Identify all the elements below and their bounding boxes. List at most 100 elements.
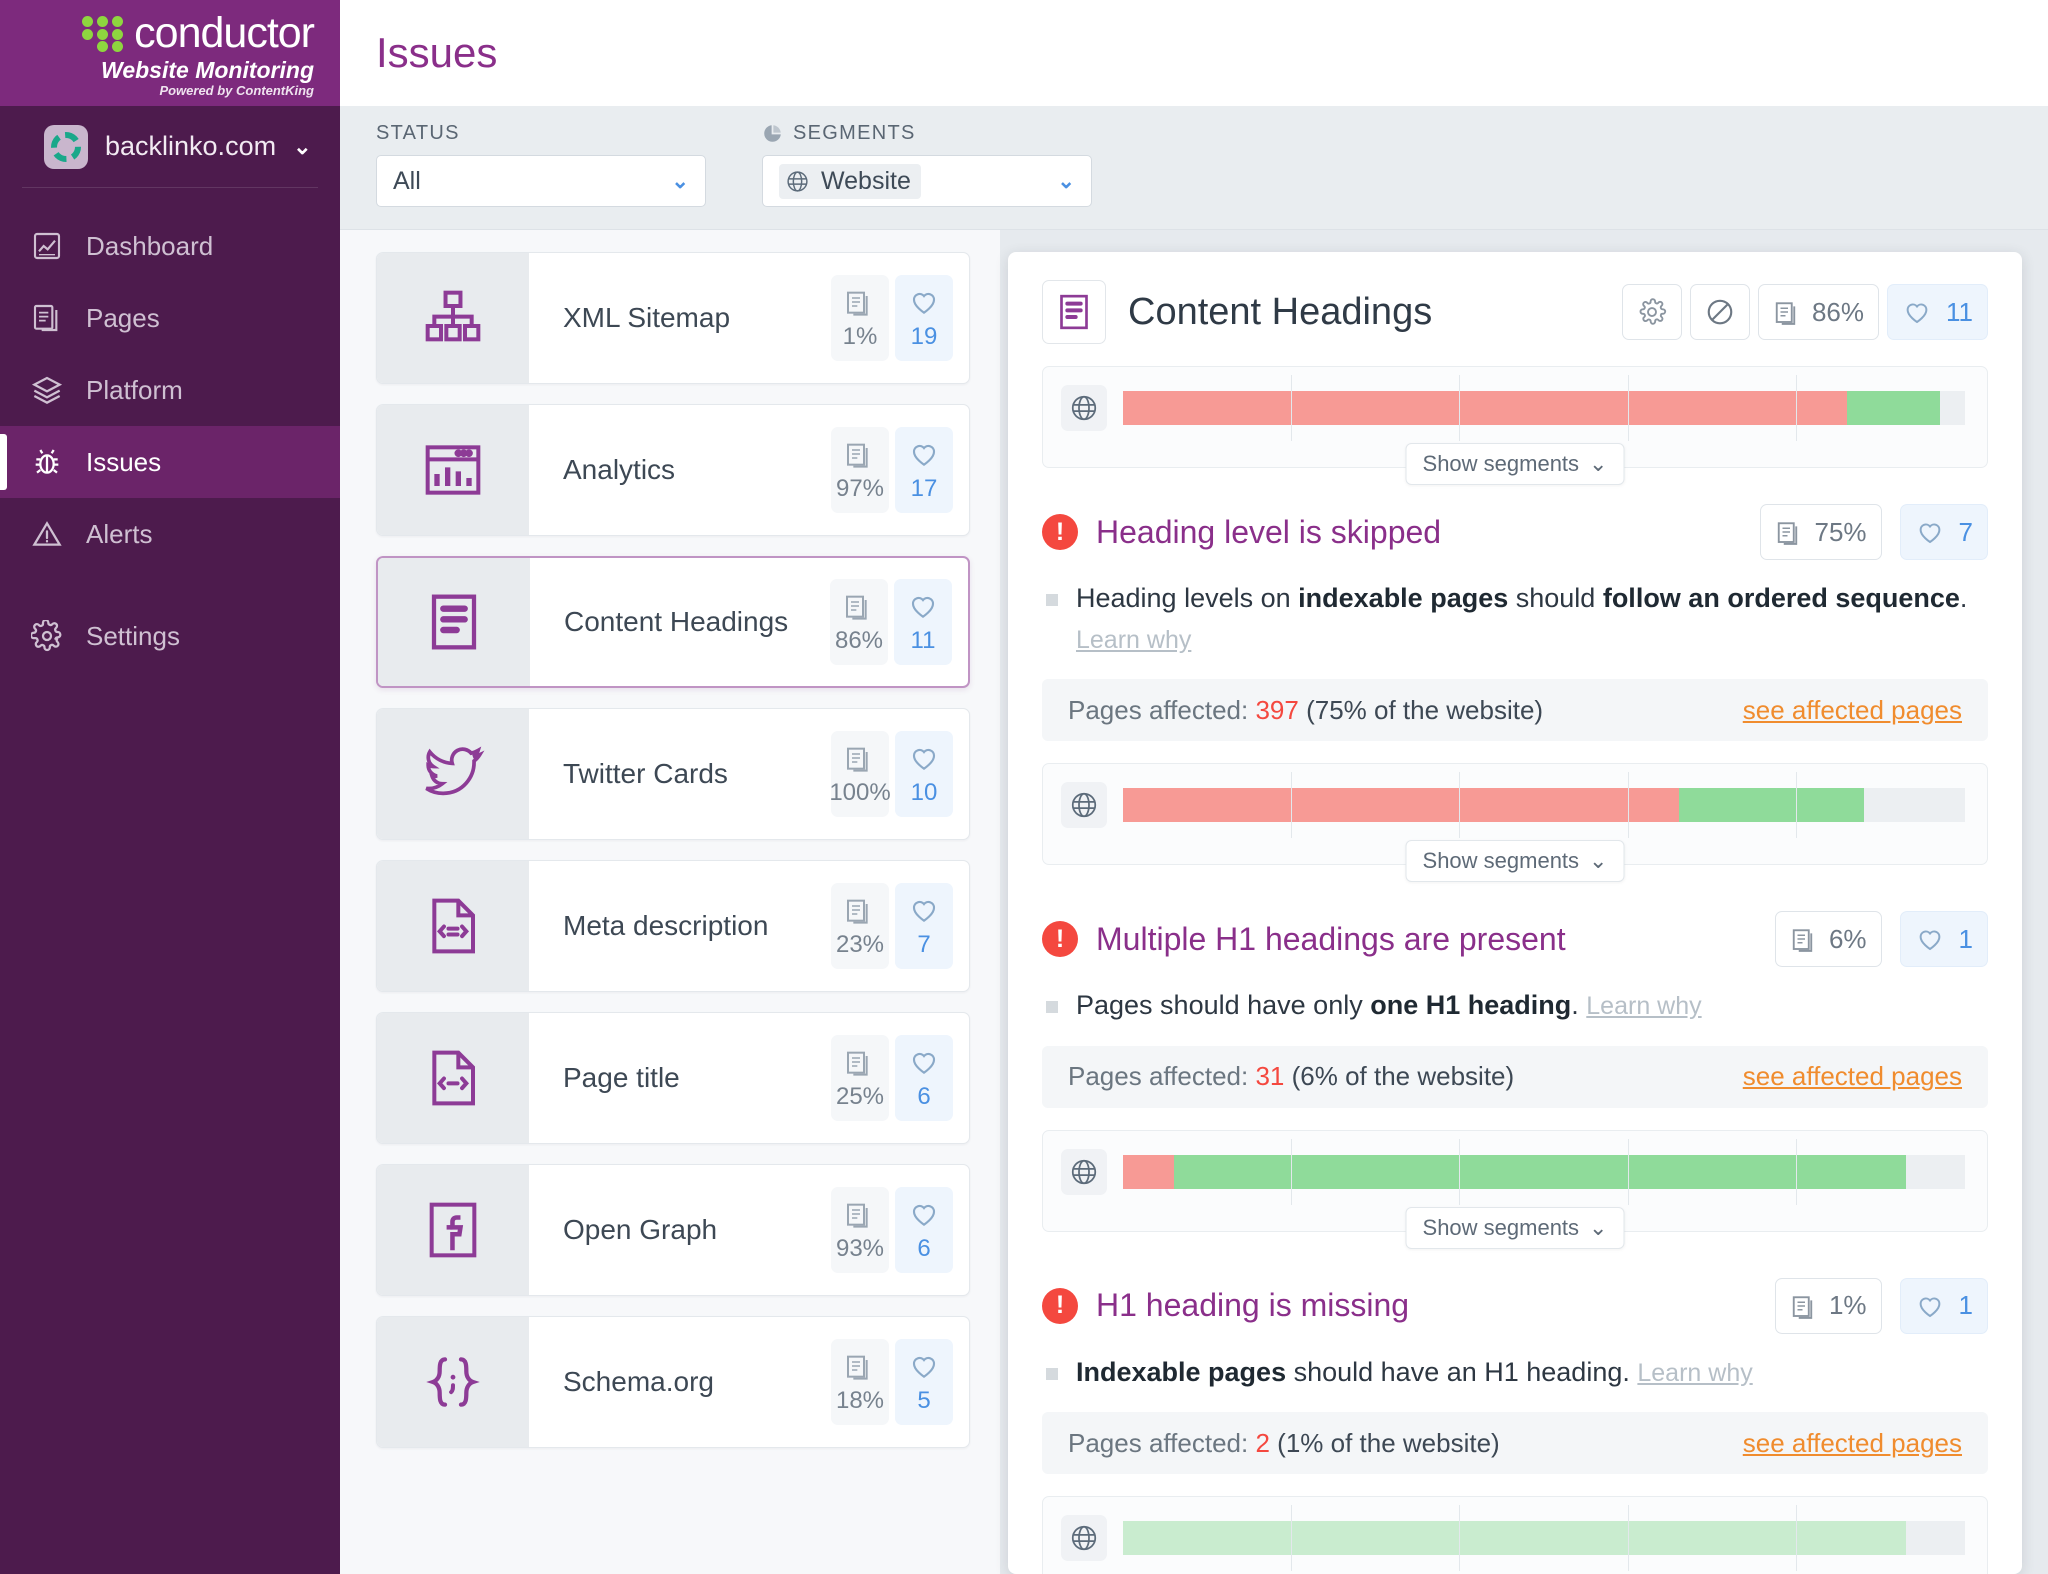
pages-percent-value: 23%	[835, 930, 885, 958]
pages-percent-badge[interactable]: 23%	[831, 883, 889, 969]
issue-category-card[interactable]: Twitter Cards 100% 10	[376, 708, 970, 840]
category-name: Content Headings	[564, 606, 789, 637]
likes-badge[interactable]: 7	[895, 883, 953, 969]
segment-chip: Website	[779, 163, 921, 199]
pages-percent-value: 100%	[829, 778, 891, 806]
issue-category-card[interactable]: XML Sitemap 1% 19	[376, 252, 970, 384]
learn-why-link[interactable]: Learn why	[1586, 992, 1701, 1020]
health-bar	[1123, 1138, 1965, 1205]
bullet-marker	[1046, 1001, 1058, 1013]
likes-badge[interactable]: 11	[894, 579, 952, 665]
likes-badge[interactable]: 6	[895, 1187, 953, 1273]
affected-prefix: Pages affected:	[1068, 1061, 1249, 1091]
issue-likes[interactable]: 1	[1899, 1277, 1988, 1334]
pages-icon	[1778, 522, 1798, 545]
status-filter: STATUS All ⌄	[376, 122, 706, 207]
affected-count: 397	[1255, 694, 1299, 725]
error-icon: !	[1042, 514, 1078, 550]
segments-label-text: SEGMENTS	[793, 122, 916, 144]
sidebar-item-platform[interactable]: Platform	[0, 354, 340, 426]
affected-count: 31	[1255, 1061, 1285, 1091]
segments-select-value: Website	[821, 166, 911, 195]
sidebar-item-pages[interactable]: Pages	[0, 282, 340, 354]
issue-likes[interactable]: 7	[1899, 504, 1988, 560]
issue-category-card[interactable]: Meta description 23% 7	[376, 860, 970, 992]
see-affected-pages-link[interactable]: see affected pages	[1743, 1428, 1962, 1459]
category-name: Meta description	[563, 910, 769, 941]
bar-segment-issues	[1123, 1154, 1174, 1189]
sidebar-item-issues[interactable]: Issues	[0, 426, 340, 498]
pages-percent-value: 1%	[842, 322, 878, 350]
site-name: backlinko.com	[105, 131, 277, 161]
learn-why-link[interactable]: Learn why	[1076, 626, 1191, 654]
pages-percent-badge[interactable]: 97%	[831, 427, 889, 513]
issue-likes[interactable]: 1	[1899, 911, 1988, 967]
ignore-button[interactable]	[1689, 284, 1750, 340]
sidebar-item-label: Pages	[86, 302, 160, 333]
issue-pages-percent[interactable]: 6%	[1774, 911, 1882, 967]
page-title-icon	[377, 1013, 529, 1143]
category-name: Twitter Cards	[563, 758, 728, 789]
segments-filter: SEGMENTS Website ⌄	[762, 122, 1092, 207]
detail-likes-button[interactable]: 11	[1887, 284, 1988, 340]
pages-percent-badge[interactable]: 25%	[831, 1035, 889, 1121]
likes-badge[interactable]: 17	[895, 427, 953, 513]
chevron-down-icon: ⌄	[1589, 451, 1608, 476]
issue-category-card[interactable]: Schema.org 18% 5	[376, 1316, 970, 1448]
sidebar-item-alerts[interactable]: Alerts	[0, 498, 340, 570]
chevron-down-icon: ⌄	[1057, 169, 1075, 193]
error-icon: !	[1042, 1287, 1078, 1324]
sidebar-item-label: Dashboard	[86, 230, 214, 261]
learn-why-link[interactable]: Learn why	[1637, 1359, 1752, 1387]
issue-title[interactable]: H1 heading is missing	[1096, 1287, 1757, 1324]
heart-icon	[912, 1052, 936, 1074]
error-icon: !	[1042, 921, 1078, 957]
show-segments-toggle[interactable]: Show segments ⌄	[1405, 840, 1625, 882]
issue-title[interactable]: Heading level is skipped	[1096, 514, 1742, 551]
settings-button[interactable]	[1621, 284, 1682, 340]
see-affected-pages-link[interactable]: see affected pages	[1743, 1061, 1962, 1092]
pages-percent-badge[interactable]: 1%	[831, 275, 889, 361]
show-segments-toggle[interactable]: Show segments ⌄	[1405, 443, 1625, 485]
pages-percent-badge[interactable]: 18%	[831, 1339, 889, 1425]
issue-health-bar-box: Show segments ⌄	[1042, 763, 1988, 882]
issue-category-card[interactable]: Page title 25% 6	[376, 1012, 970, 1144]
heart-icon	[1906, 303, 1928, 324]
sidebar-item-dashboard[interactable]: Dashboard	[0, 210, 340, 282]
pages-percent-badge[interactable]: 86%	[830, 579, 888, 665]
site-selector[interactable]: backlinko.com ⌄	[22, 106, 318, 188]
brand-name: conductor	[134, 8, 315, 57]
issue-category-card[interactable]: Open Graph 93% 6	[376, 1164, 970, 1296]
pages-percent-value: 18%	[835, 1386, 885, 1414]
pie-chart-icon	[764, 125, 781, 142]
likes-badge[interactable]: 19	[895, 275, 953, 361]
status-select[interactable]: All ⌄	[376, 155, 706, 207]
pages-icon	[1792, 929, 1813, 952]
issue-category-card[interactable]: Analytics 97% 17	[376, 404, 970, 536]
pages-icon	[1792, 1295, 1813, 1319]
affected-percent: (75% of the website)	[1306, 694, 1544, 725]
issue-detail-list: ! Heading level is skipped 75% 7 Heading…	[1008, 468, 2022, 1574]
pages-percent-button[interactable]: 86%	[1757, 284, 1879, 340]
likes-badge[interactable]: 5	[895, 1339, 953, 1425]
issue-health-bar-box	[1042, 1496, 1988, 1574]
bar-segment-issues	[1123, 391, 1848, 425]
pages-percent-badge[interactable]: 100%	[829, 731, 891, 817]
segments-select[interactable]: Website ⌄	[762, 155, 1092, 207]
see-affected-pages-link[interactable]: see affected pages	[1743, 695, 1962, 726]
issue-title[interactable]: Multiple H1 headings are present	[1096, 921, 1757, 958]
issue-category-card-selected[interactable]: Content Headings 86% 11	[376, 556, 970, 688]
pages-percent-value: 86%	[834, 626, 884, 654]
likes-badge[interactable]: 6	[895, 1035, 953, 1121]
chevron-down-icon[interactable]: ⌄	[293, 134, 311, 160]
issue-pages-percent[interactable]: 75%	[1760, 504, 1882, 560]
sidebar-item-settings[interactable]: Settings	[0, 600, 340, 672]
likes-badge[interactable]: 10	[895, 731, 953, 817]
app-root: conductor Website Monitoring Powered by …	[0, 0, 2048, 1574]
issue-pages-percent[interactable]: 1%	[1774, 1277, 1882, 1334]
affected-count: 2	[1255, 1427, 1270, 1458]
conductor-dots-logo-icon	[82, 14, 124, 53]
show-segments-toggle[interactable]: Show segments ⌄	[1405, 1206, 1625, 1249]
pages-percent-badge[interactable]: 93%	[831, 1187, 889, 1273]
pages-icon	[847, 291, 868, 316]
